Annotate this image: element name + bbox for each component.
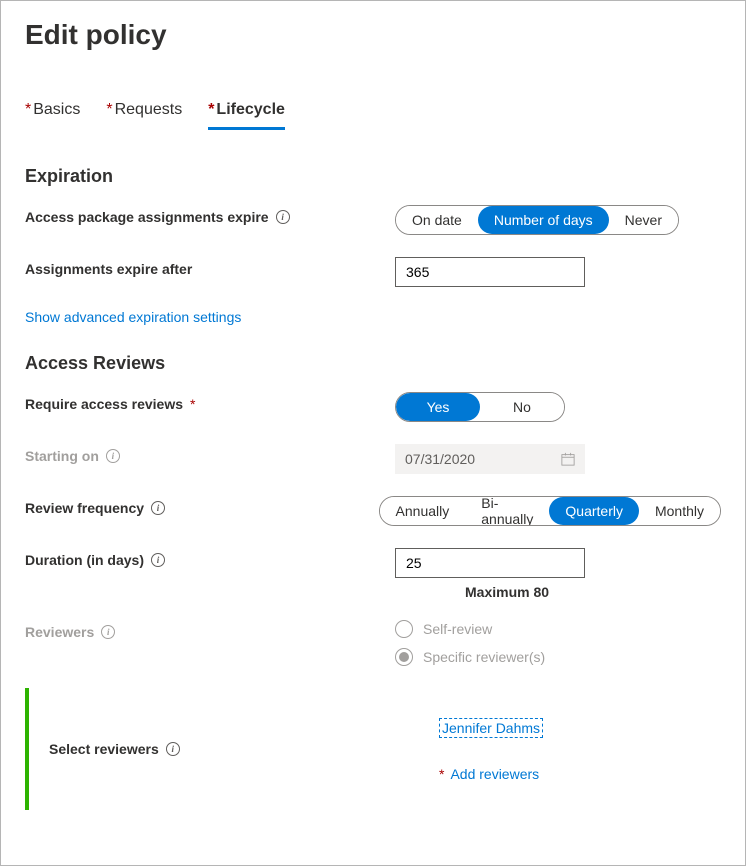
- add-reviewers-link[interactable]: Add reviewers: [450, 766, 539, 782]
- freq-monthly[interactable]: Monthly: [639, 497, 720, 525]
- info-icon[interactable]: i: [151, 501, 165, 515]
- freq-quarterly[interactable]: Quarterly: [549, 497, 639, 525]
- starting-on-label: Starting on: [25, 448, 99, 464]
- require-reviews-label: Require access reviews: [25, 396, 183, 412]
- review-frequency-label: Review frequency: [25, 500, 144, 516]
- info-icon[interactable]: i: [151, 553, 165, 567]
- reviewers-radio-group: Self-review Specific reviewer(s): [395, 620, 721, 666]
- expire-never[interactable]: Never: [609, 206, 678, 234]
- starting-on-input: 07/31/2020: [395, 444, 585, 474]
- radio-self-review-label: Self-review: [423, 621, 492, 637]
- duration-input[interactable]: [395, 548, 585, 578]
- expiration-heading: Expiration: [25, 166, 721, 187]
- review-frequency-group: Annually Bi-annually Quarterly Monthly: [379, 496, 721, 526]
- require-reviews-yes[interactable]: Yes: [396, 393, 480, 421]
- expire-on-date[interactable]: On date: [396, 206, 478, 234]
- access-reviews-heading: Access Reviews: [25, 353, 721, 374]
- select-reviewers-panel: Select reviewers i Jennifer Dahms * Add …: [25, 688, 721, 810]
- assignments-expire-label: Access package assignments expire: [25, 209, 269, 225]
- tab-lifecycle[interactable]: *Lifecycle: [208, 101, 285, 130]
- freq-bi-annually[interactable]: Bi-annually: [465, 497, 549, 525]
- required-asterisk: *: [439, 766, 444, 782]
- radio-specific-reviewers-label: Specific reviewer(s): [423, 649, 545, 665]
- info-icon: i: [106, 449, 120, 463]
- selected-reviewer[interactable]: Jennifer Dahms: [439, 718, 543, 738]
- require-reviews-group: Yes No: [395, 392, 565, 422]
- tabs: *Basics *Requests *Lifecycle: [25, 101, 721, 130]
- calendar-icon: [561, 452, 575, 466]
- duration-label: Duration (in days): [25, 552, 144, 568]
- reviewers-label: Reviewers: [25, 624, 94, 640]
- select-reviewers-label: Select reviewers: [49, 741, 159, 757]
- freq-annually[interactable]: Annually: [380, 497, 466, 525]
- radio-specific-reviewers: [395, 648, 413, 666]
- duration-hint: Maximum 80: [465, 584, 721, 600]
- tab-requests[interactable]: *Requests: [106, 101, 182, 130]
- expire-number-of-days[interactable]: Number of days: [478, 206, 609, 234]
- advanced-expiration-link[interactable]: Show advanced expiration settings: [25, 309, 241, 325]
- page-title: Edit policy: [25, 19, 721, 51]
- info-icon: i: [101, 625, 115, 639]
- tab-basics[interactable]: *Basics: [25, 101, 80, 130]
- expire-after-input[interactable]: [395, 257, 585, 287]
- expire-mode-group: On date Number of days Never: [395, 205, 679, 235]
- require-reviews-no[interactable]: No: [480, 393, 564, 421]
- expire-after-label: Assignments expire after: [25, 261, 192, 277]
- radio-self-review: [395, 620, 413, 638]
- info-icon[interactable]: i: [166, 742, 180, 756]
- info-icon[interactable]: i: [276, 210, 290, 224]
